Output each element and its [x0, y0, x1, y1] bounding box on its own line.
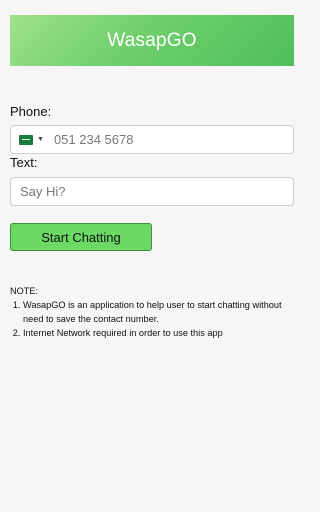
note-section: NOTE: WasapGO is an application to help … — [10, 284, 295, 340]
note-item: Internet Network required in order to us… — [23, 326, 295, 340]
note-list: WasapGO is an application to help user t… — [23, 298, 295, 340]
phone-field: ▼ — [10, 125, 294, 154]
text-field — [10, 177, 294, 206]
phone-input[interactable] — [53, 132, 274, 147]
caret-down-icon[interactable]: ▼ — [37, 136, 44, 143]
app-title: WasapGO — [107, 29, 197, 51]
note-heading: NOTE: — [10, 286, 39, 296]
start-chatting-button[interactable]: Start Chatting — [10, 223, 152, 251]
message-input[interactable] — [20, 184, 280, 199]
phone-label: Phone: — [10, 104, 52, 119]
app-header: WasapGO — [10, 15, 294, 66]
text-label: Text: — [10, 155, 38, 170]
note-item: WasapGO is an application to help user t… — [23, 298, 295, 326]
saudi-arabia-flag-icon[interactable] — [19, 134, 33, 145]
